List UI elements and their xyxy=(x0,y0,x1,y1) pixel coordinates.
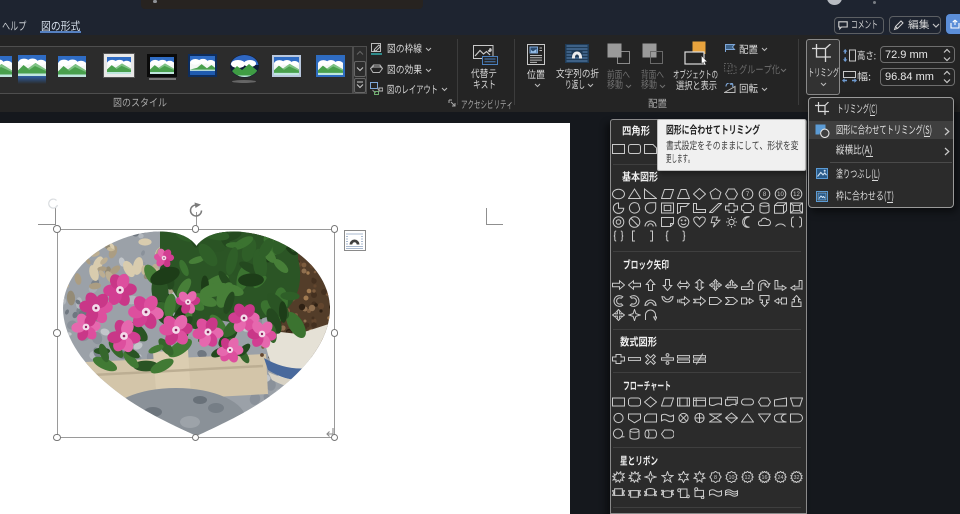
svg-text:24: 24 xyxy=(777,475,783,481)
svg-text:8: 8 xyxy=(762,192,766,198)
svg-text:10: 10 xyxy=(777,192,784,198)
svg-text:12: 12 xyxy=(793,192,800,198)
svg-text:8: 8 xyxy=(714,475,717,481)
svg-text:12: 12 xyxy=(745,475,751,481)
svg-text:32: 32 xyxy=(793,475,799,481)
svg-text:16: 16 xyxy=(761,475,767,481)
svg-text:10: 10 xyxy=(729,475,735,481)
svg-text:7: 7 xyxy=(746,192,750,198)
